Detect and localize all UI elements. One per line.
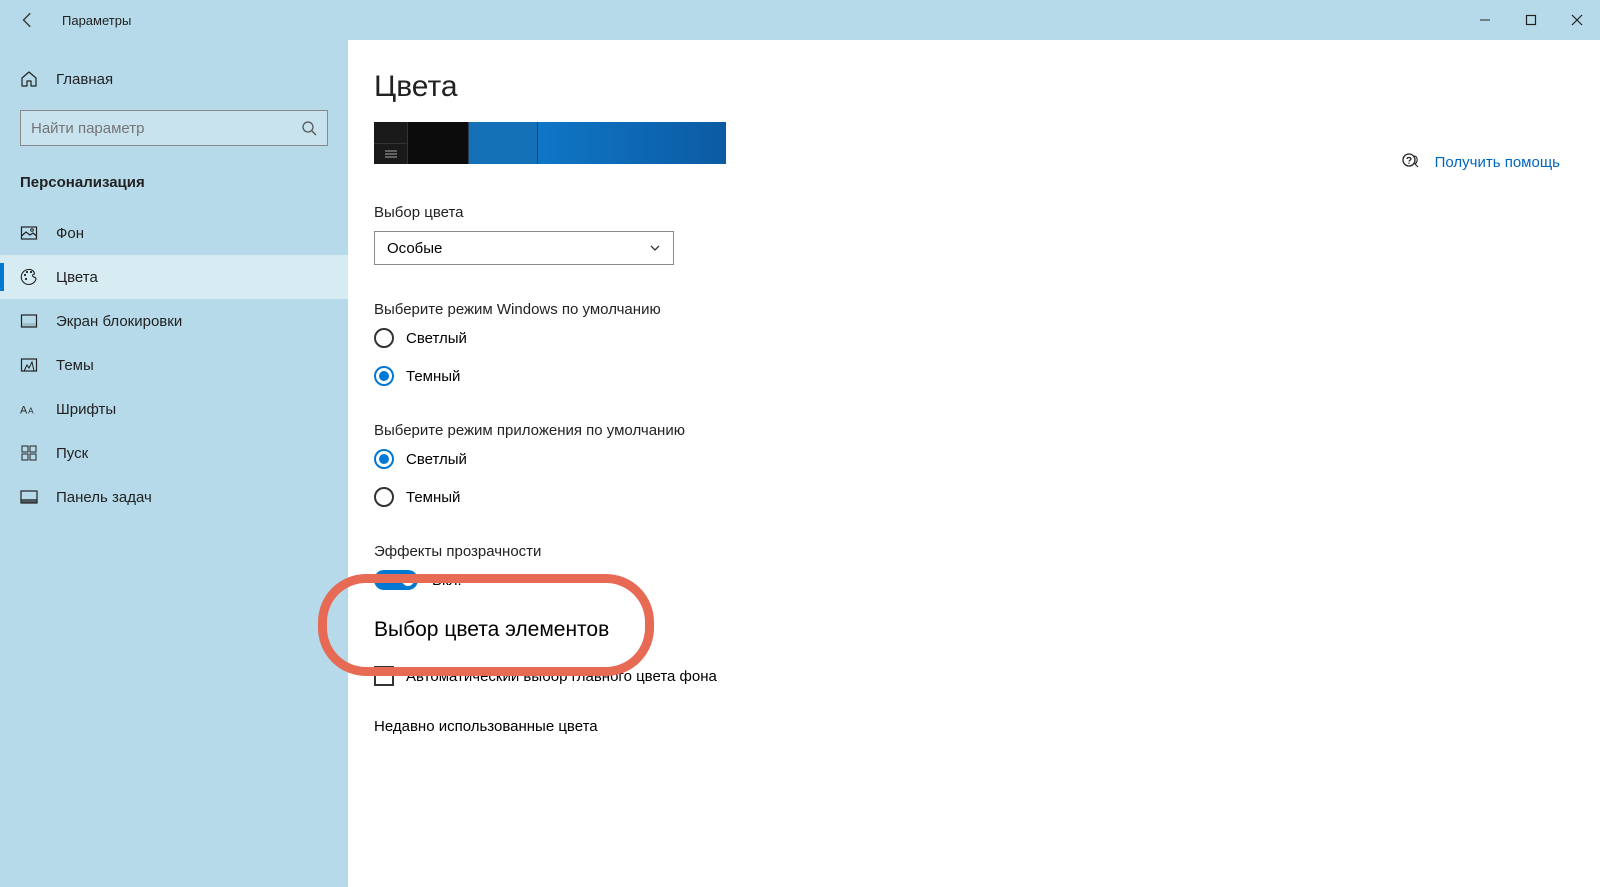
sidebar-item-themes[interactable]: Темы bbox=[0, 343, 348, 387]
sidebar-item-label: Экран блокировки bbox=[56, 313, 182, 330]
arrow-left-icon bbox=[19, 11, 37, 29]
fonts-icon: AA bbox=[20, 400, 38, 418]
lockscreen-icon bbox=[20, 312, 38, 330]
sidebar-item-label: Цвета bbox=[56, 269, 98, 286]
radio-label: Светлый bbox=[406, 330, 467, 347]
sidebar-item-background[interactable]: Фон bbox=[0, 211, 348, 255]
checkbox-icon bbox=[374, 666, 394, 686]
app-title: Параметры bbox=[62, 13, 131, 28]
titlebar: Параметры bbox=[0, 0, 1600, 40]
minimize-button[interactable] bbox=[1462, 0, 1508, 40]
help-link-label: Получить помощь bbox=[1435, 154, 1560, 171]
sidebar-item-label: Фон bbox=[56, 225, 84, 242]
sidebar-item-label: Шрифты bbox=[56, 401, 116, 418]
search-icon bbox=[301, 120, 317, 136]
dropdown-value: Особые bbox=[387, 240, 442, 257]
help-icon bbox=[1401, 150, 1421, 174]
color-choice-label: Выбор цвета bbox=[374, 204, 1134, 221]
svg-text:A: A bbox=[28, 407, 34, 416]
picture-icon bbox=[20, 224, 38, 242]
sidebar: Главная Персонализация Фон Цвета Экран б… bbox=[0, 40, 348, 887]
close-button[interactable] bbox=[1554, 0, 1600, 40]
back-button[interactable] bbox=[16, 8, 40, 32]
content-area: Цвета Выбор цвета Особые Выберите режим … bbox=[348, 40, 1600, 887]
sidebar-section-label: Персонализация bbox=[0, 166, 348, 211]
windows-mode-dark-radio[interactable]: Темный bbox=[374, 366, 1134, 386]
get-help-link[interactable]: Получить помощь bbox=[1401, 150, 1560, 174]
start-icon bbox=[20, 444, 38, 462]
accent-color-heading: Выбор цвета элементов bbox=[374, 618, 1134, 642]
minimize-icon bbox=[1479, 14, 1491, 26]
recent-colors-label: Недавно использованные цвета bbox=[374, 718, 1134, 735]
sidebar-item-taskbar[interactable]: Панель задач bbox=[0, 475, 348, 519]
window-controls bbox=[1462, 0, 1600, 40]
sidebar-item-label: Пуск bbox=[56, 445, 88, 462]
sidebar-item-lockscreen[interactable]: Экран блокировки bbox=[0, 299, 348, 343]
close-icon bbox=[1571, 14, 1583, 26]
radio-label: Темный bbox=[406, 489, 460, 506]
home-link[interactable]: Главная bbox=[0, 60, 348, 98]
radio-label: Темный bbox=[406, 368, 460, 385]
sidebar-item-label: Панель задач bbox=[56, 489, 152, 506]
transparency-toggle[interactable] bbox=[374, 570, 418, 590]
page-title: Цвета bbox=[374, 70, 1134, 104]
chevron-down-icon bbox=[649, 242, 661, 254]
windows-mode-label: Выберите режим Windows по умолчанию bbox=[374, 301, 1134, 318]
radio-label: Светлый bbox=[406, 451, 467, 468]
app-mode-dark-radio[interactable]: Темный bbox=[374, 487, 1134, 507]
maximize-icon bbox=[1525, 14, 1537, 26]
sidebar-item-colors[interactable]: Цвета bbox=[0, 255, 348, 299]
home-icon bbox=[20, 70, 38, 88]
maximize-button[interactable] bbox=[1508, 0, 1554, 40]
color-choice-dropdown[interactable]: Особые bbox=[374, 231, 674, 265]
checkbox-label: Автоматический выбор главного цвета фона bbox=[406, 668, 717, 685]
toggle-state-label: Вкл. bbox=[432, 572, 462, 589]
palette-icon bbox=[20, 268, 38, 286]
auto-accent-checkbox-row[interactable]: Автоматический выбор главного цвета фона bbox=[374, 666, 1134, 686]
transparency-label: Эффекты прозрачности bbox=[374, 543, 1134, 560]
taskbar-preview bbox=[374, 122, 726, 164]
nav-list: Фон Цвета Экран блокировки Темы AA Шрифт… bbox=[0, 211, 348, 519]
sidebar-item-label: Темы bbox=[56, 357, 94, 374]
svg-text:A: A bbox=[20, 405, 28, 417]
search-box[interactable] bbox=[20, 110, 328, 146]
taskbar-icon bbox=[20, 488, 38, 506]
sidebar-item-start[interactable]: Пуск bbox=[0, 431, 348, 475]
sidebar-item-fonts[interactable]: AA Шрифты bbox=[0, 387, 348, 431]
home-label: Главная bbox=[56, 71, 113, 88]
app-mode-light-radio[interactable]: Светлый bbox=[374, 449, 1134, 469]
windows-mode-light-radio[interactable]: Светлый bbox=[374, 328, 1134, 348]
search-input[interactable] bbox=[31, 120, 291, 137]
themes-icon bbox=[20, 356, 38, 374]
app-mode-label: Выберите режим приложения по умолчанию bbox=[374, 422, 1134, 439]
